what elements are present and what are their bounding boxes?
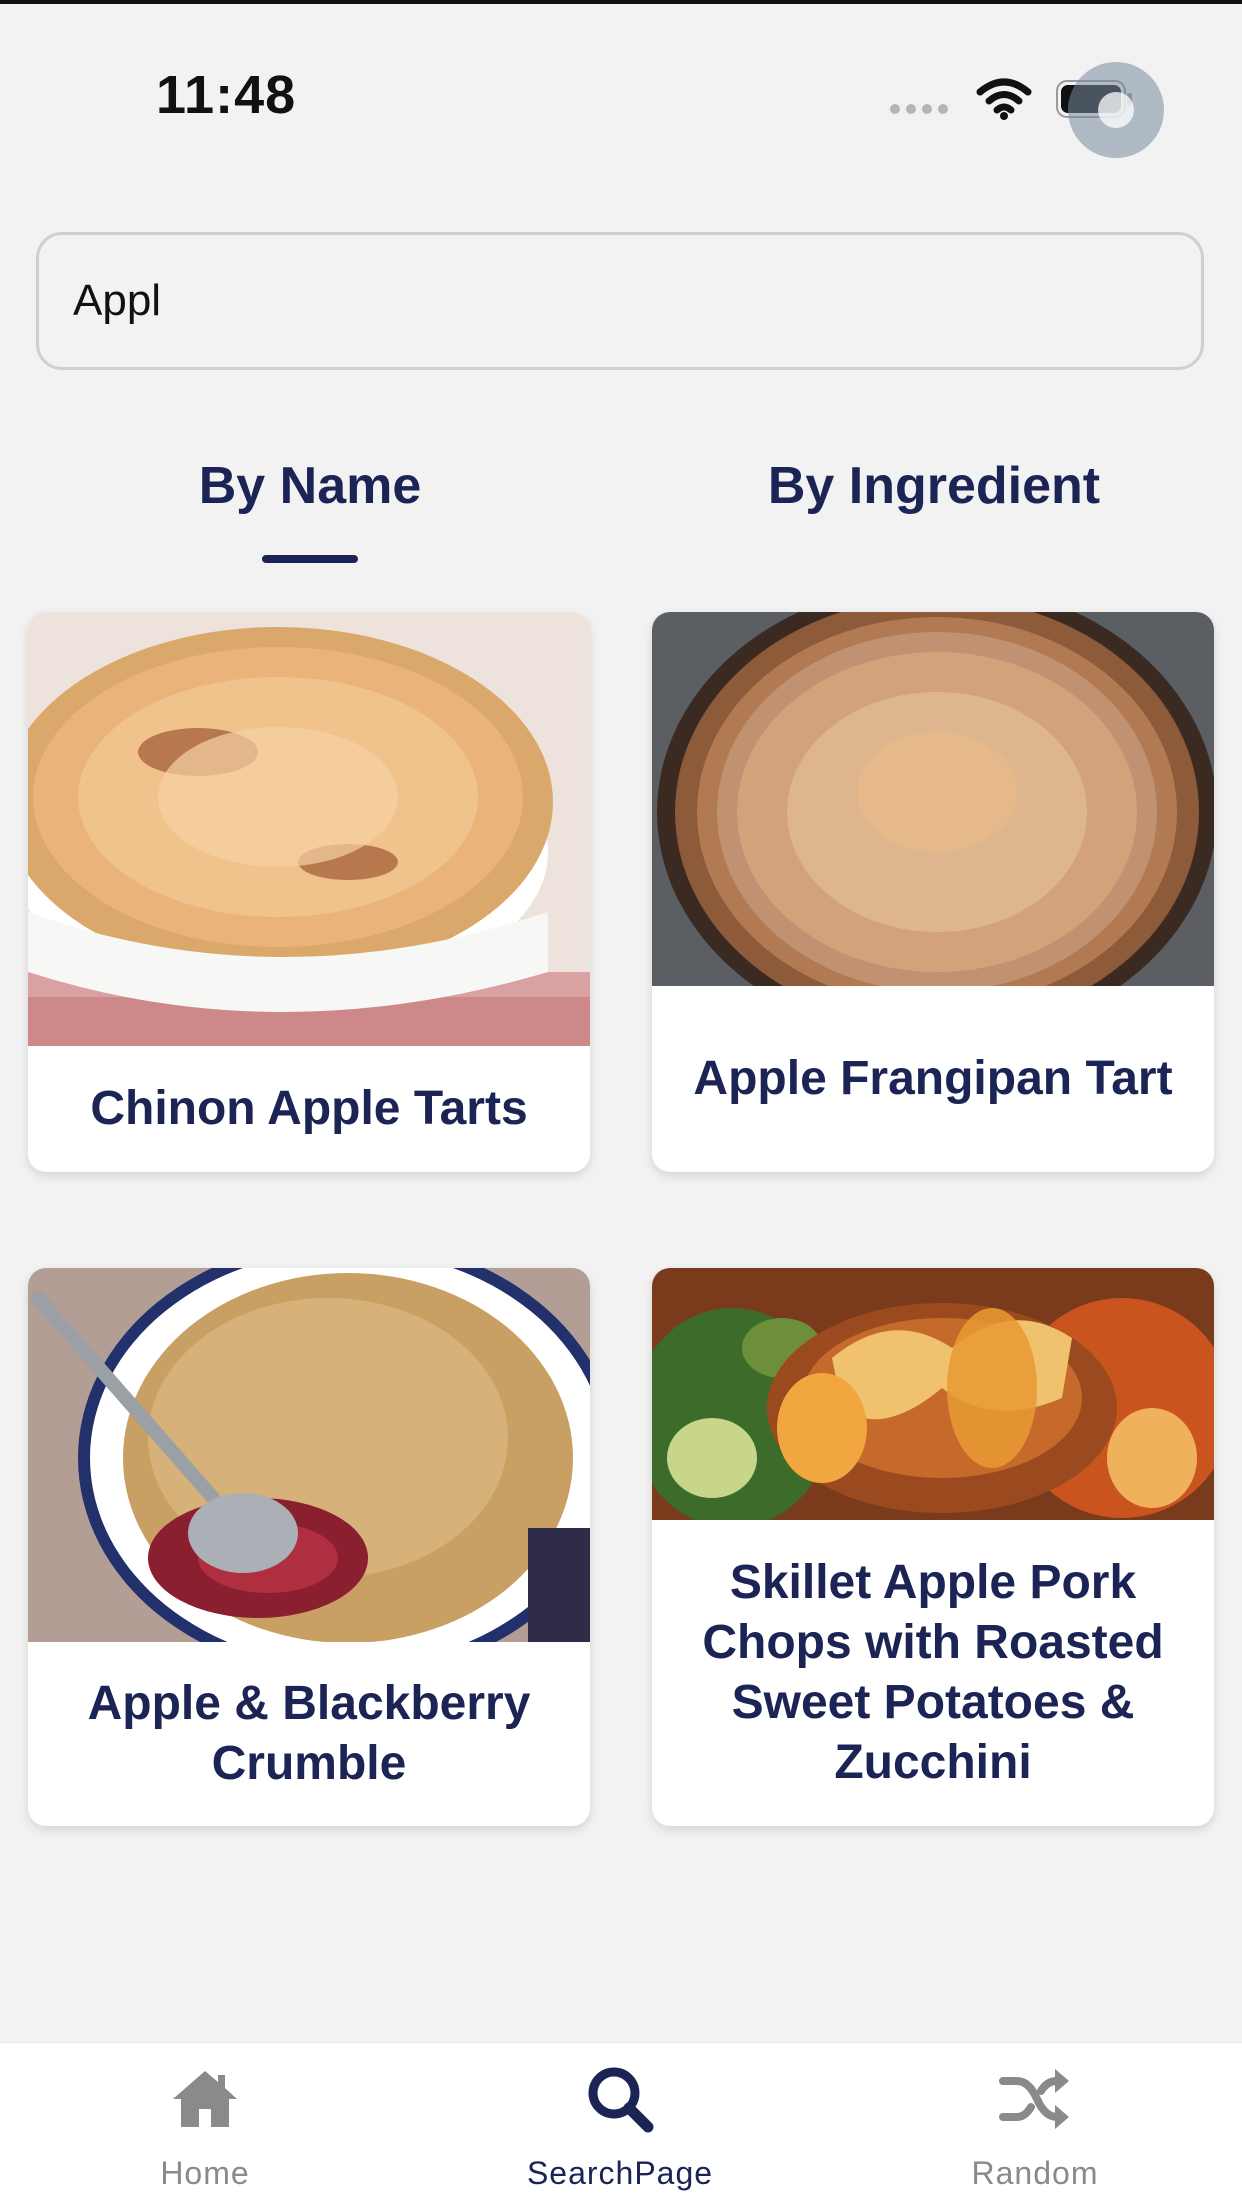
top-edge <box>0 0 1242 4</box>
cellular-signal-icon <box>890 104 948 114</box>
wifi-icon <box>976 78 1032 120</box>
crumble-photo <box>28 1268 590 1642</box>
tab-by-name[interactable]: By Name <box>110 456 510 516</box>
status-time: 11:48 <box>156 65 297 125</box>
recipe-card[interactable]: Chinon Apple Tarts <box>28 612 590 1172</box>
nav-search-label: SearchPage <box>526 2155 714 2191</box>
nav-home[interactable]: Home <box>55 2043 355 2208</box>
recipe-title: Chinon Apple Tarts <box>90 1082 528 1135</box>
shuffle-icon <box>999 2069 1069 2129</box>
recipe-title: Apple Frangipan Tart <box>693 1052 1173 1105</box>
tab-by-ingredient[interactable]: By Ingredient <box>734 456 1134 516</box>
home-icon <box>173 2071 237 2127</box>
nav-search[interactable]: SearchPage <box>470 2043 770 2208</box>
apple-tart-photo <box>28 612 590 1046</box>
nav-home-label: Home <box>160 2155 250 2191</box>
tab-selected-indicator <box>262 555 358 563</box>
recipe-title: Apple & Blackberry Crumble <box>87 1677 531 1790</box>
search-input[interactable] <box>73 235 1153 367</box>
recipe-card[interactable]: Apple Frangipan Tart <box>652 612 1214 1172</box>
frangipane-tart-photo <box>652 612 1214 986</box>
pork-chops-photo <box>652 1268 1214 1520</box>
search-icon <box>588 2067 654 2133</box>
recipe-title: Skillet Apple Pork Chops with Roasted Sw… <box>702 1556 1164 1789</box>
search-field[interactable] <box>36 232 1204 370</box>
search-screen: 11:48 By Name By Ingredient <box>0 0 1242 2208</box>
recipe-card[interactable]: Apple & Blackberry Crumble <box>28 1268 590 1826</box>
nav-random-label: Random <box>971 2155 1099 2191</box>
recipe-card[interactable]: Skillet Apple Pork Chops with Roasted Sw… <box>652 1268 1214 1826</box>
nav-random[interactable]: Random <box>885 2043 1185 2208</box>
bottom-navigation-bar: Home SearchPage Random <box>0 2042 1242 2208</box>
assistive-touch-button[interactable] <box>1068 62 1164 158</box>
